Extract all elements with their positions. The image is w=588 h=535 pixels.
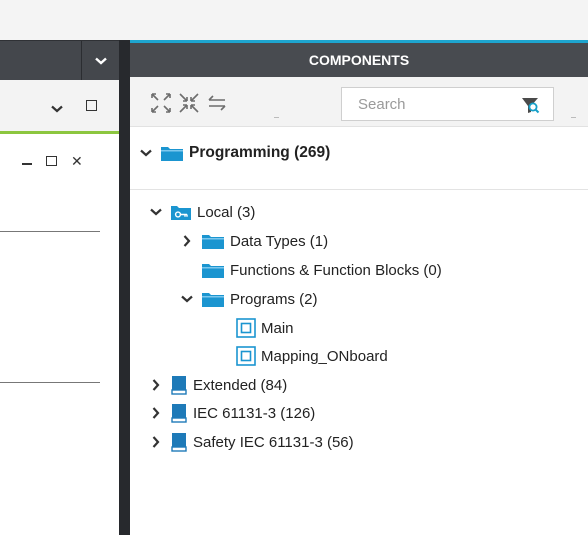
program-icon (236, 318, 256, 338)
library-book-icon (170, 432, 188, 452)
separator-line (0, 382, 100, 383)
collapse-all-icon[interactable] (178, 92, 200, 114)
tree-node-mapping-onboard[interactable]: Mapping_ONboard (236, 345, 388, 367)
tree-node-data-types[interactable]: Data Types (1) (181, 230, 328, 252)
chevron-down-icon (51, 105, 63, 113)
tree-node-safety-iec[interactable]: Safety IEC 61131-3 (56) (150, 431, 354, 453)
left-panel: ✕ (0, 40, 119, 535)
tree-node-label: Data Types (1) (230, 232, 329, 250)
toolbar-caret (571, 117, 576, 120)
tree-node-local[interactable]: Local (3) (150, 201, 255, 223)
left-panel-header (0, 40, 119, 81)
chevron-down-icon[interactable] (150, 206, 162, 218)
components-header: COMPONENTS (130, 40, 588, 77)
filter-search-icon[interactable] (520, 95, 540, 115)
folder-icon (201, 261, 225, 279)
tree-node-label: Functions & Function Blocks (0) (230, 261, 442, 279)
components-toolbar (130, 77, 588, 127)
tree-node-label: Safety IEC 61131-3 (56) (193, 433, 354, 451)
toolbar-caret (274, 117, 279, 120)
folder-icon (201, 232, 225, 250)
components-panel: COMPONENTS Search Programming (269) Loca… (130, 40, 588, 535)
tree-node-label: IEC 61131-3 (126) (193, 404, 316, 422)
chevron-down-icon (94, 57, 107, 65)
close-button[interactable]: ✕ (71, 154, 83, 168)
tree-node-label: Programs (2) (230, 290, 318, 308)
components-title: COMPONENTS (308, 52, 410, 68)
chevron-down-icon[interactable] (181, 293, 193, 305)
search-box (341, 87, 554, 121)
panel-divider[interactable] (119, 40, 130, 535)
local-library-icon (170, 204, 192, 221)
panel-dropdown-button[interactable] (81, 41, 119, 81)
tree-node-label: Extended (84) (193, 376, 288, 394)
window-controls: ✕ (22, 154, 83, 168)
tree-node-label: Mapping_ONboard (261, 347, 388, 365)
program-icon (236, 346, 256, 366)
chevron-right-icon[interactable] (181, 235, 193, 247)
tree-node-functions[interactable]: Functions & Function Blocks (0) (181, 259, 442, 281)
chevron-right-icon[interactable] (150, 407, 162, 419)
separator-line (0, 231, 100, 232)
tree-node-label: Local (3) (197, 203, 256, 221)
minimize-button[interactable] (22, 163, 32, 165)
top-strip (0, 0, 588, 40)
library-book-icon (170, 403, 188, 423)
library-book-icon (170, 375, 188, 395)
tree-node-label: Programming (269) (189, 144, 331, 161)
subheader-dropdown-button[interactable] (51, 100, 63, 118)
tree-node-iec-61131-3[interactable]: IEC 61131-3 (126) (150, 402, 315, 424)
tree-node-label: Main (261, 319, 294, 337)
chevron-right-icon[interactable] (150, 379, 162, 391)
left-panel-subheader (0, 80, 119, 134)
folder-icon (201, 290, 225, 308)
tree-root-section: Programming (269) (130, 134, 588, 190)
sync-arrows-icon[interactable] (206, 92, 228, 114)
search-input[interactable] (342, 88, 512, 120)
tree-node-programming[interactable]: Programming (269) (140, 142, 330, 164)
folder-icon (160, 144, 184, 162)
tree-node-programs[interactable]: Programs (2) (181, 288, 318, 310)
tree-node-extended[interactable]: Extended (84) (150, 374, 287, 396)
maximize-button[interactable] (46, 156, 57, 166)
chevron-right-icon[interactable] (150, 436, 162, 448)
expand-all-icon[interactable] (150, 92, 172, 114)
tree-node-main[interactable]: Main (236, 317, 294, 339)
chevron-down-icon[interactable] (140, 147, 152, 159)
maximize-panel-button[interactable] (86, 100, 97, 111)
